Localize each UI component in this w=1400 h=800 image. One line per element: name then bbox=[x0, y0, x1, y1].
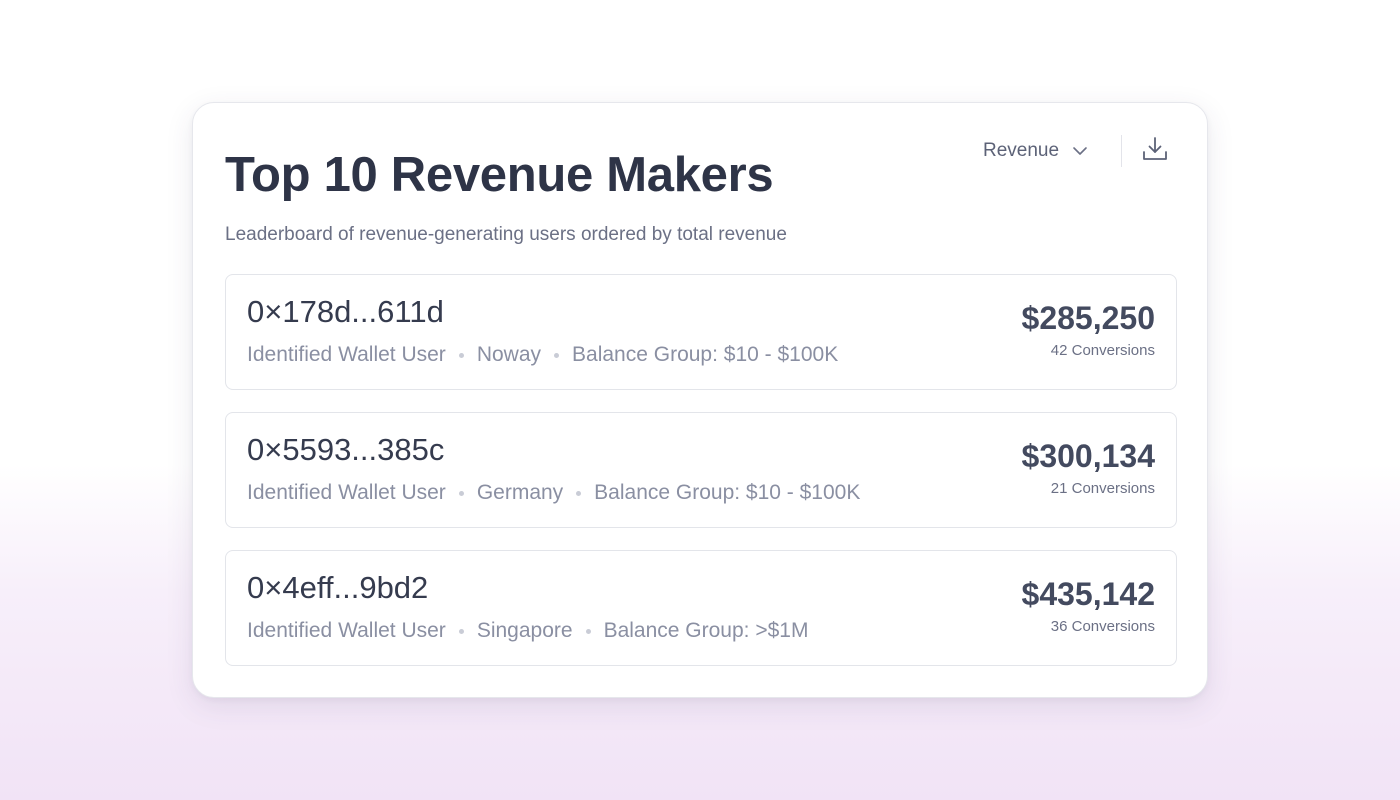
balance-group: Balance Group: >$1M bbox=[603, 619, 809, 642]
conversion-count: 21 Conversions bbox=[1050, 480, 1155, 497]
separator-dot bbox=[458, 628, 464, 634]
chevron-down-icon bbox=[1071, 142, 1089, 160]
download-button[interactable] bbox=[1139, 135, 1171, 167]
user-country: Germany bbox=[476, 481, 564, 504]
user-meta: Identified Wallet User Noway Balance Gro… bbox=[247, 341, 838, 369]
card-title: Top 10 Revenue Makers bbox=[225, 148, 774, 202]
leaderboard-list: 0×178d...611d Identified Wallet User Now… bbox=[225, 274, 1177, 688]
user-meta: Identified Wallet User Germany Balance G… bbox=[247, 479, 860, 507]
metric-dropdown-label: Revenue bbox=[983, 140, 1060, 161]
revenue-amount: $435,142 bbox=[1021, 576, 1155, 612]
user-type: Identified Wallet User bbox=[247, 481, 446, 504]
user-meta: Identified Wallet User Singapore Balance… bbox=[247, 617, 808, 645]
user-type: Identified Wallet User bbox=[247, 343, 446, 366]
leaderboard-card: Top 10 Revenue Makers Leaderboard of rev… bbox=[192, 102, 1208, 698]
leaderboard-row[interactable]: 0×5593...385c Identified Wallet User Ger… bbox=[225, 412, 1177, 528]
wallet-address: 0×178d...611d bbox=[247, 294, 444, 329]
metric-dropdown[interactable]: Revenue bbox=[983, 137, 1089, 165]
separator-dot bbox=[576, 490, 582, 496]
separator-dot bbox=[585, 628, 591, 634]
separator-dot bbox=[554, 352, 560, 358]
wallet-address: 0×4eff...9bd2 bbox=[247, 570, 429, 605]
balance-group: Balance Group: $10 - $100K bbox=[594, 481, 861, 504]
toolbar-divider bbox=[1121, 135, 1122, 167]
user-country: Noway bbox=[476, 343, 542, 366]
revenue-amount: $285,250 bbox=[1021, 300, 1155, 336]
download-icon bbox=[1141, 135, 1169, 168]
conversion-count: 36 Conversions bbox=[1050, 618, 1155, 635]
conversion-count: 42 Conversions bbox=[1050, 342, 1155, 359]
leaderboard-row[interactable]: 0×178d...611d Identified Wallet User Now… bbox=[225, 274, 1177, 390]
leaderboard-row[interactable]: 0×4eff...9bd2 Identified Wallet User Sin… bbox=[225, 550, 1177, 666]
user-type: Identified Wallet User bbox=[247, 619, 446, 642]
card-subtitle: Leaderboard of revenue-generating users … bbox=[225, 224, 787, 245]
separator-dot bbox=[458, 490, 464, 496]
revenue-amount: $300,134 bbox=[1021, 438, 1155, 474]
separator-dot bbox=[458, 352, 464, 358]
balance-group: Balance Group: $10 - $100K bbox=[572, 343, 839, 366]
user-country: Singapore bbox=[476, 619, 573, 642]
wallet-address: 0×5593...385c bbox=[247, 432, 445, 467]
